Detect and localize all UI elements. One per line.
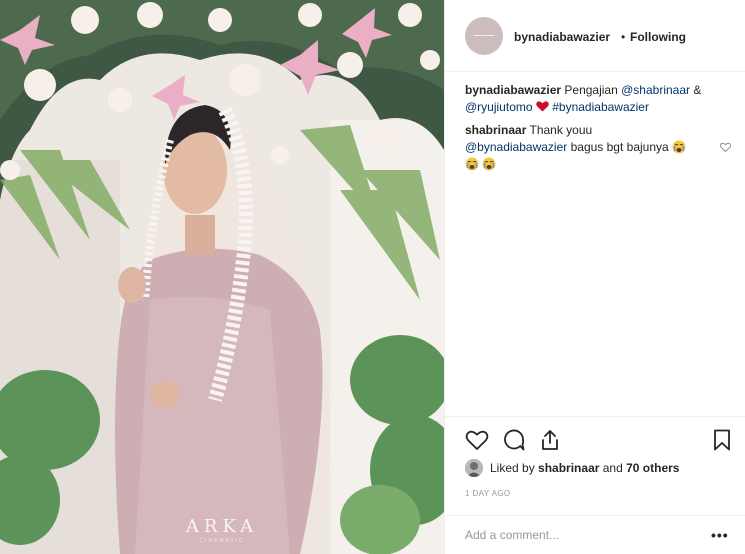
caption-mention-ryujiutomo[interactable]: @ryujiutomo <box>465 100 533 114</box>
caption-ampersand: & <box>693 83 702 97</box>
liked-by-text: Liked by shabrinaar and 70 others <box>490 461 679 475</box>
caption-line-1: bynadiabawazier Pengajian @shabrinaar & <box>465 82 735 99</box>
comment-mention[interactable]: @bynadiabawazier <box>465 140 567 154</box>
like-heart-icon[interactable] <box>465 428 489 452</box>
post-details-panel: bynadiabawazier • Following bynadiabawaz… <box>444 0 745 554</box>
crying-face-emoji-icon <box>482 157 496 171</box>
add-comment-input[interactable] <box>465 525 695 545</box>
post-actions-section: Liked by shabrinaar and 70 others 1 DAY … <box>445 416 745 554</box>
caption-mention-shabrinaar[interactable]: @shabrinaar <box>621 83 690 97</box>
save-bookmark-icon[interactable] <box>710 428 734 452</box>
liker-avatar[interactable] <box>465 459 483 477</box>
author-username[interactable]: bynadiabawazier <box>514 30 610 44</box>
post-header: bynadiabawazier • Following <box>445 0 745 72</box>
liked-by-user[interactable]: shabrinaar <box>538 461 599 475</box>
liked-by-prefix: Liked by <box>490 461 535 475</box>
comment-line-2: @bynadiabawazier bagus bgt bajunya <box>465 139 735 156</box>
liker-avatar-image <box>465 459 483 477</box>
comment-like-heart-icon[interactable] <box>720 142 731 153</box>
photo-illustration <box>0 0 444 554</box>
header-separator: • <box>621 30 626 44</box>
caption-text: Pengajian <box>564 83 618 97</box>
comments-list: bynadiabawazier Pengajian @shabrinaar & … <box>465 82 735 173</box>
following-button[interactable]: Following <box>630 30 686 44</box>
post-timestamp[interactable]: 1 DAY AGO <box>465 489 511 498</box>
share-icon[interactable] <box>538 428 562 452</box>
more-options-button[interactable]: ••• <box>711 527 729 543</box>
add-comment-bar: ••• <box>445 515 745 554</box>
crying-face-emoji-icon <box>465 157 479 171</box>
comment-text-2: bagus bgt bajunya <box>570 140 669 154</box>
crying-face-emoji-icon <box>672 140 686 154</box>
author-avatar[interactable] <box>465 17 503 55</box>
comment-username[interactable]: shabrinaar <box>465 123 526 137</box>
avatar-logo-mark <box>474 35 494 36</box>
caption-username[interactable]: bynadiabawazier <box>465 83 561 97</box>
post-photo[interactable]: ARKA CINEMATIC <box>0 0 444 554</box>
liked-by-joiner: and <box>602 461 623 475</box>
comment-text-1: Thank youu <box>529 123 593 137</box>
caption-hashtag[interactable]: #bynadiabawazier <box>552 100 649 114</box>
comment-bubble-icon[interactable] <box>502 428 526 452</box>
red-heart-emoji-icon <box>536 101 549 112</box>
comment-line-1: shabrinaar Thank youu <box>465 122 735 139</box>
caption-line-2: @ryujiutomo #bynadiabawazier <box>465 99 735 116</box>
liked-by-others[interactable]: 70 others <box>626 461 679 475</box>
photographer-watermark-subtitle: CINEMATIC <box>199 538 245 544</box>
comment-line-3 <box>465 156 735 173</box>
photographer-watermark: ARKA <box>185 516 259 537</box>
